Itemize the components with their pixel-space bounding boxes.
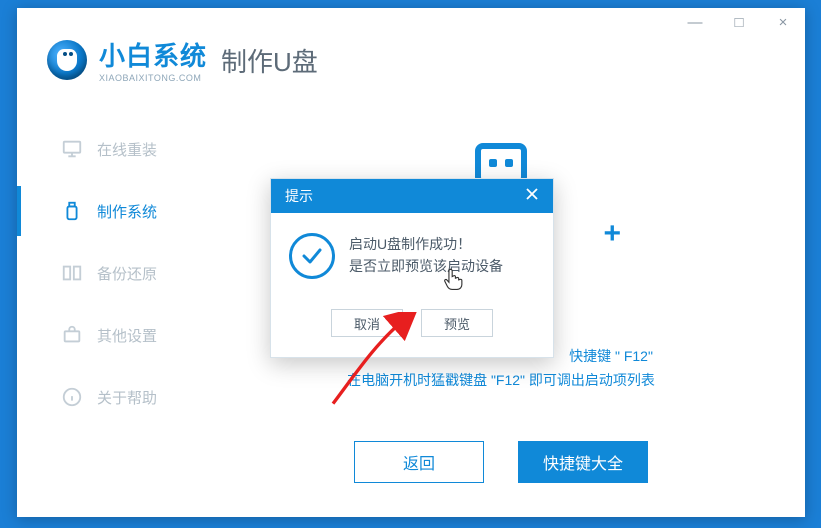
plus-icon: + [603, 217, 621, 251]
sidebar: 在线重装 制作系统 备份还原 其他设置 关于帮助 [17, 118, 199, 428]
header: 小白系统 XIAOBAIXITONG.COM [47, 36, 207, 83]
sidebar-item-label: 备份还原 [97, 263, 157, 284]
logo-icon [47, 40, 87, 80]
sidebar-item-about-help[interactable]: 关于帮助 [17, 366, 199, 428]
window-controls: — □ × [673, 8, 805, 36]
prompt-dialog: 提示 启动U盘制作成功！ 是否立即预览该启动设备 取消 预览 [270, 178, 554, 358]
sidebar-item-label: 关于帮助 [97, 387, 157, 408]
monitor-icon [61, 138, 83, 160]
cursor-pointer-icon [440, 266, 466, 292]
sidebar-item-label: 其他设置 [97, 325, 157, 346]
close-icon [525, 187, 539, 201]
usb-icon [61, 200, 83, 222]
brand-subtitle: XIAOBAIXITONG.COM [99, 73, 207, 83]
sidebar-item-online-reinstall[interactable]: 在线重装 [17, 118, 199, 180]
minimize-button[interactable]: — [673, 8, 717, 36]
cancel-button[interactable]: 取消 [331, 309, 403, 337]
toolbox-icon [61, 324, 83, 346]
shortcut-list-button[interactable]: 快捷键大全 [518, 441, 648, 483]
info-icon [61, 386, 83, 408]
dialog-title: 提示 [285, 186, 313, 206]
hint-line-2: 在电脑开机时猛戳键盘 "F12" 即可调出启动项列表 [217, 368, 785, 392]
dialog-message-line1: 启动U盘制作成功！ [349, 233, 503, 255]
back-button[interactable]: 返回 [354, 441, 484, 483]
dialog-close-button[interactable] [521, 187, 543, 206]
brand-title: 小白系统 [99, 36, 207, 73]
success-check-icon [289, 233, 335, 279]
brand-block: 小白系统 XIAOBAIXITONG.COM [99, 36, 207, 83]
sidebar-item-label: 制作系统 [97, 201, 157, 222]
sidebar-item-other-settings[interactable]: 其他设置 [17, 304, 199, 366]
dialog-message-line2: 是否立即预览该启动设备 [349, 255, 503, 277]
preview-button[interactable]: 预览 [421, 309, 493, 337]
close-window-button[interactable]: × [761, 8, 805, 36]
maximize-button[interactable]: □ [717, 8, 761, 36]
backup-icon [61, 262, 83, 284]
page-title: 制作U盘 [221, 42, 318, 79]
sidebar-item-backup-restore[interactable]: 备份还原 [17, 242, 199, 304]
dialog-header: 提示 [271, 179, 553, 213]
sidebar-item-label: 在线重装 [97, 139, 157, 160]
sidebar-item-make-system[interactable]: 制作系统 [17, 180, 199, 242]
